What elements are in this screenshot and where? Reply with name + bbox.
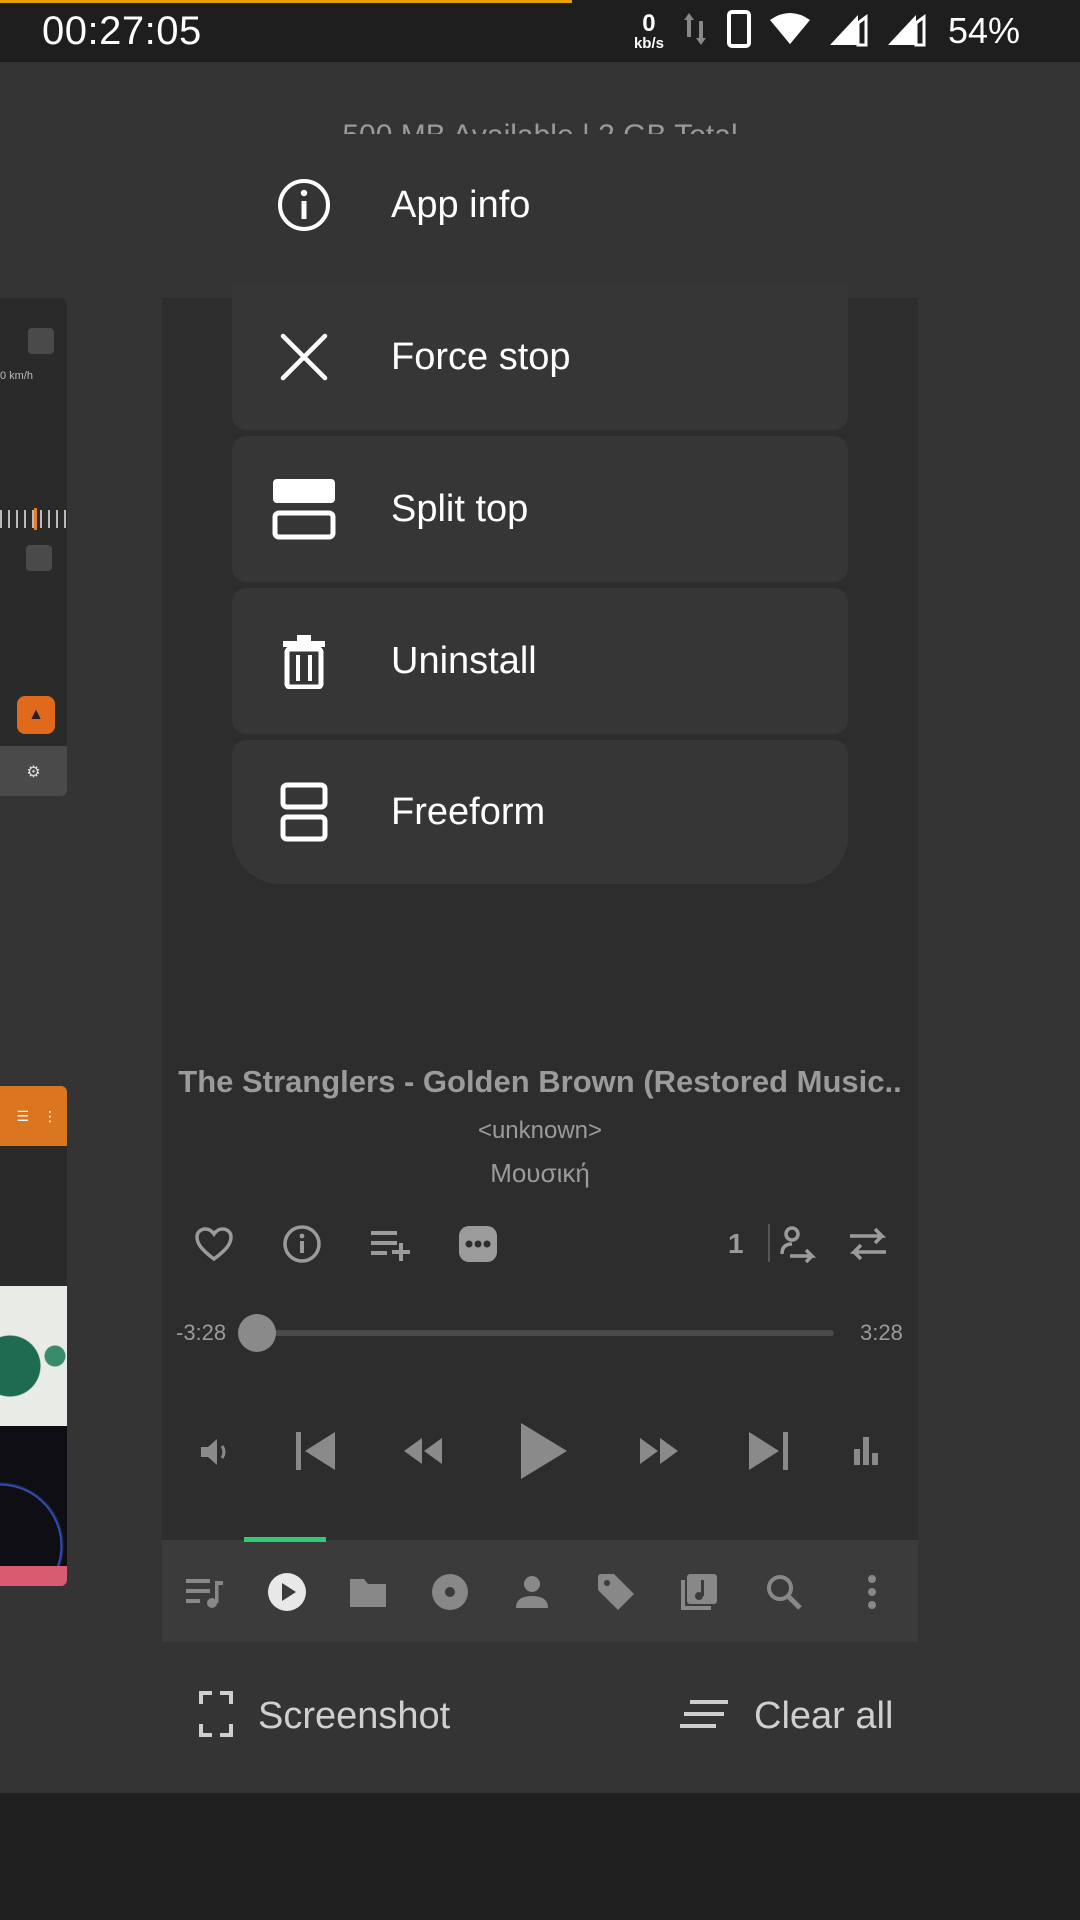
equalizer-icon[interactable] <box>846 1430 886 1470</box>
thumbnail-space <box>0 1426 67 1566</box>
menu-item-label: Force stop <box>391 335 571 378</box>
seek-thumb[interactable] <box>238 1314 276 1352</box>
storage-info: 500 MB Available | 2 GB Total <box>0 112 1080 134</box>
navigation-arrow-icon: ▲ <box>17 696 55 734</box>
trash-icon <box>262 619 346 703</box>
queue-position: 1 <box>728 1228 744 1259</box>
now-playing-icon[interactable] <box>263 1568 311 1616</box>
elapsed-time: -3:28 <box>176 1320 227 1345</box>
play-icon[interactable] <box>512 1418 574 1484</box>
screenshot-button[interactable]: Screenshot <box>198 1686 450 1746</box>
volume-icon[interactable] <box>194 1430 238 1474</box>
wifi-icon <box>769 12 810 51</box>
sort-icon: ☰ <box>16 1107 29 1124</box>
battery-level: 54% <box>947 10 1020 51</box>
seek-bar[interactable] <box>256 1330 834 1336</box>
repeat-queue-icon[interactable] <box>776 1222 820 1266</box>
favorite-heart-icon[interactable] <box>192 1222 236 1266</box>
status-time: 00:27:05 <box>42 9 202 53</box>
song-album: Μουσική <box>490 1158 590 1188</box>
screenshot-icon <box>198 1690 234 1743</box>
system-navigation-bar <box>0 1793 1080 1920</box>
data-transfer-icon <box>682 9 708 54</box>
artist-icon[interactable] <box>510 1570 554 1614</box>
menu-item-split-top[interactable]: Split top <box>232 436 848 582</box>
split-top-icon <box>262 467 346 551</box>
flashlight-icon <box>28 328 54 354</box>
rewind-icon[interactable] <box>398 1428 448 1474</box>
status-progress-bar <box>0 0 572 3</box>
info-icon <box>262 163 346 247</box>
skip-next-icon[interactable] <box>742 1424 796 1478</box>
playlist-icon[interactable] <box>677 1570 721 1614</box>
album-icon[interactable] <box>428 1570 472 1614</box>
signal-1-icon <box>828 11 868 52</box>
thumbnail-art <box>0 1286 67 1426</box>
search-icon[interactable] <box>762 1570 806 1614</box>
network-speed: 0 kb/s <box>633 9 664 52</box>
tag-icon[interactable] <box>594 1570 638 1614</box>
song-artist: <unknown> <box>477 1117 603 1144</box>
phone-icon <box>726 9 752 54</box>
menu-item-label: Split top <box>391 487 529 530</box>
menu-item-uninstall[interactable]: Uninstall <box>232 588 848 734</box>
speed-readout: 0 km/h <box>0 370 34 382</box>
status-icons: 0 kb/s 54% <box>634 8 1020 54</box>
menu-item-force-stop[interactable]: Force stop <box>232 284 848 430</box>
menu-item-label: Freeform <box>391 790 546 833</box>
network-speed-unit: kb/s <box>633 34 664 52</box>
toolbar-strip: ☰ ⋮ <box>0 1086 67 1146</box>
close-icon <box>262 315 346 399</box>
more-options-icon[interactable] <box>456 1222 500 1266</box>
camera-icon <box>26 545 52 571</box>
clear-all-icon <box>680 1698 730 1735</box>
divider <box>768 1224 770 1262</box>
thumbnail-pink <box>0 1566 67 1586</box>
screenshot-label: Screenshot <box>258 1694 451 1737</box>
folder-icon[interactable] <box>346 1570 390 1614</box>
shuffle-off-icon[interactable] <box>846 1222 890 1266</box>
skip-previous-icon[interactable] <box>288 1424 342 1478</box>
more-vert-icon[interactable] <box>852 1570 892 1614</box>
song-title: The Stranglers - Golden Brown (Restored … <box>178 1064 902 1099</box>
menu-item-app-info[interactable]: App info <box>232 145 848 265</box>
status-bar: 00:27:05 0 kb/s 54% <box>0 0 1080 62</box>
signal-2-icon <box>886 11 926 52</box>
queue-icon[interactable] <box>182 1570 226 1614</box>
fast-forward-icon[interactable] <box>634 1428 684 1474</box>
scale-marker <box>34 508 37 530</box>
add-to-queue-icon[interactable] <box>368 1222 412 1266</box>
total-time: 3:28 <box>860 1320 903 1345</box>
clear-all-label: Clear all <box>754 1694 894 1737</box>
menu-item-label: App info <box>391 183 531 226</box>
active-tab-indicator <box>244 1537 326 1542</box>
recent-app-card-left-top[interactable]: 0 km/h ▲ ⚙ <box>0 298 67 796</box>
recent-app-card-left-bottom[interactable]: ☰ ⋮ <box>0 1086 67 1586</box>
network-speed-value: 0 <box>642 9 656 37</box>
gear-icon: ⚙ <box>0 746 67 796</box>
thumbnail-dark <box>0 1146 67 1286</box>
freeform-icon <box>262 770 346 854</box>
clear-all-button[interactable]: Clear all <box>680 1686 893 1746</box>
more-vert-icon: ⋮ <box>43 1107 57 1124</box>
menu-item-label: Uninstall <box>391 639 537 682</box>
menu-item-freeform[interactable]: Freeform <box>232 740 848 884</box>
song-info-icon[interactable] <box>280 1222 324 1266</box>
